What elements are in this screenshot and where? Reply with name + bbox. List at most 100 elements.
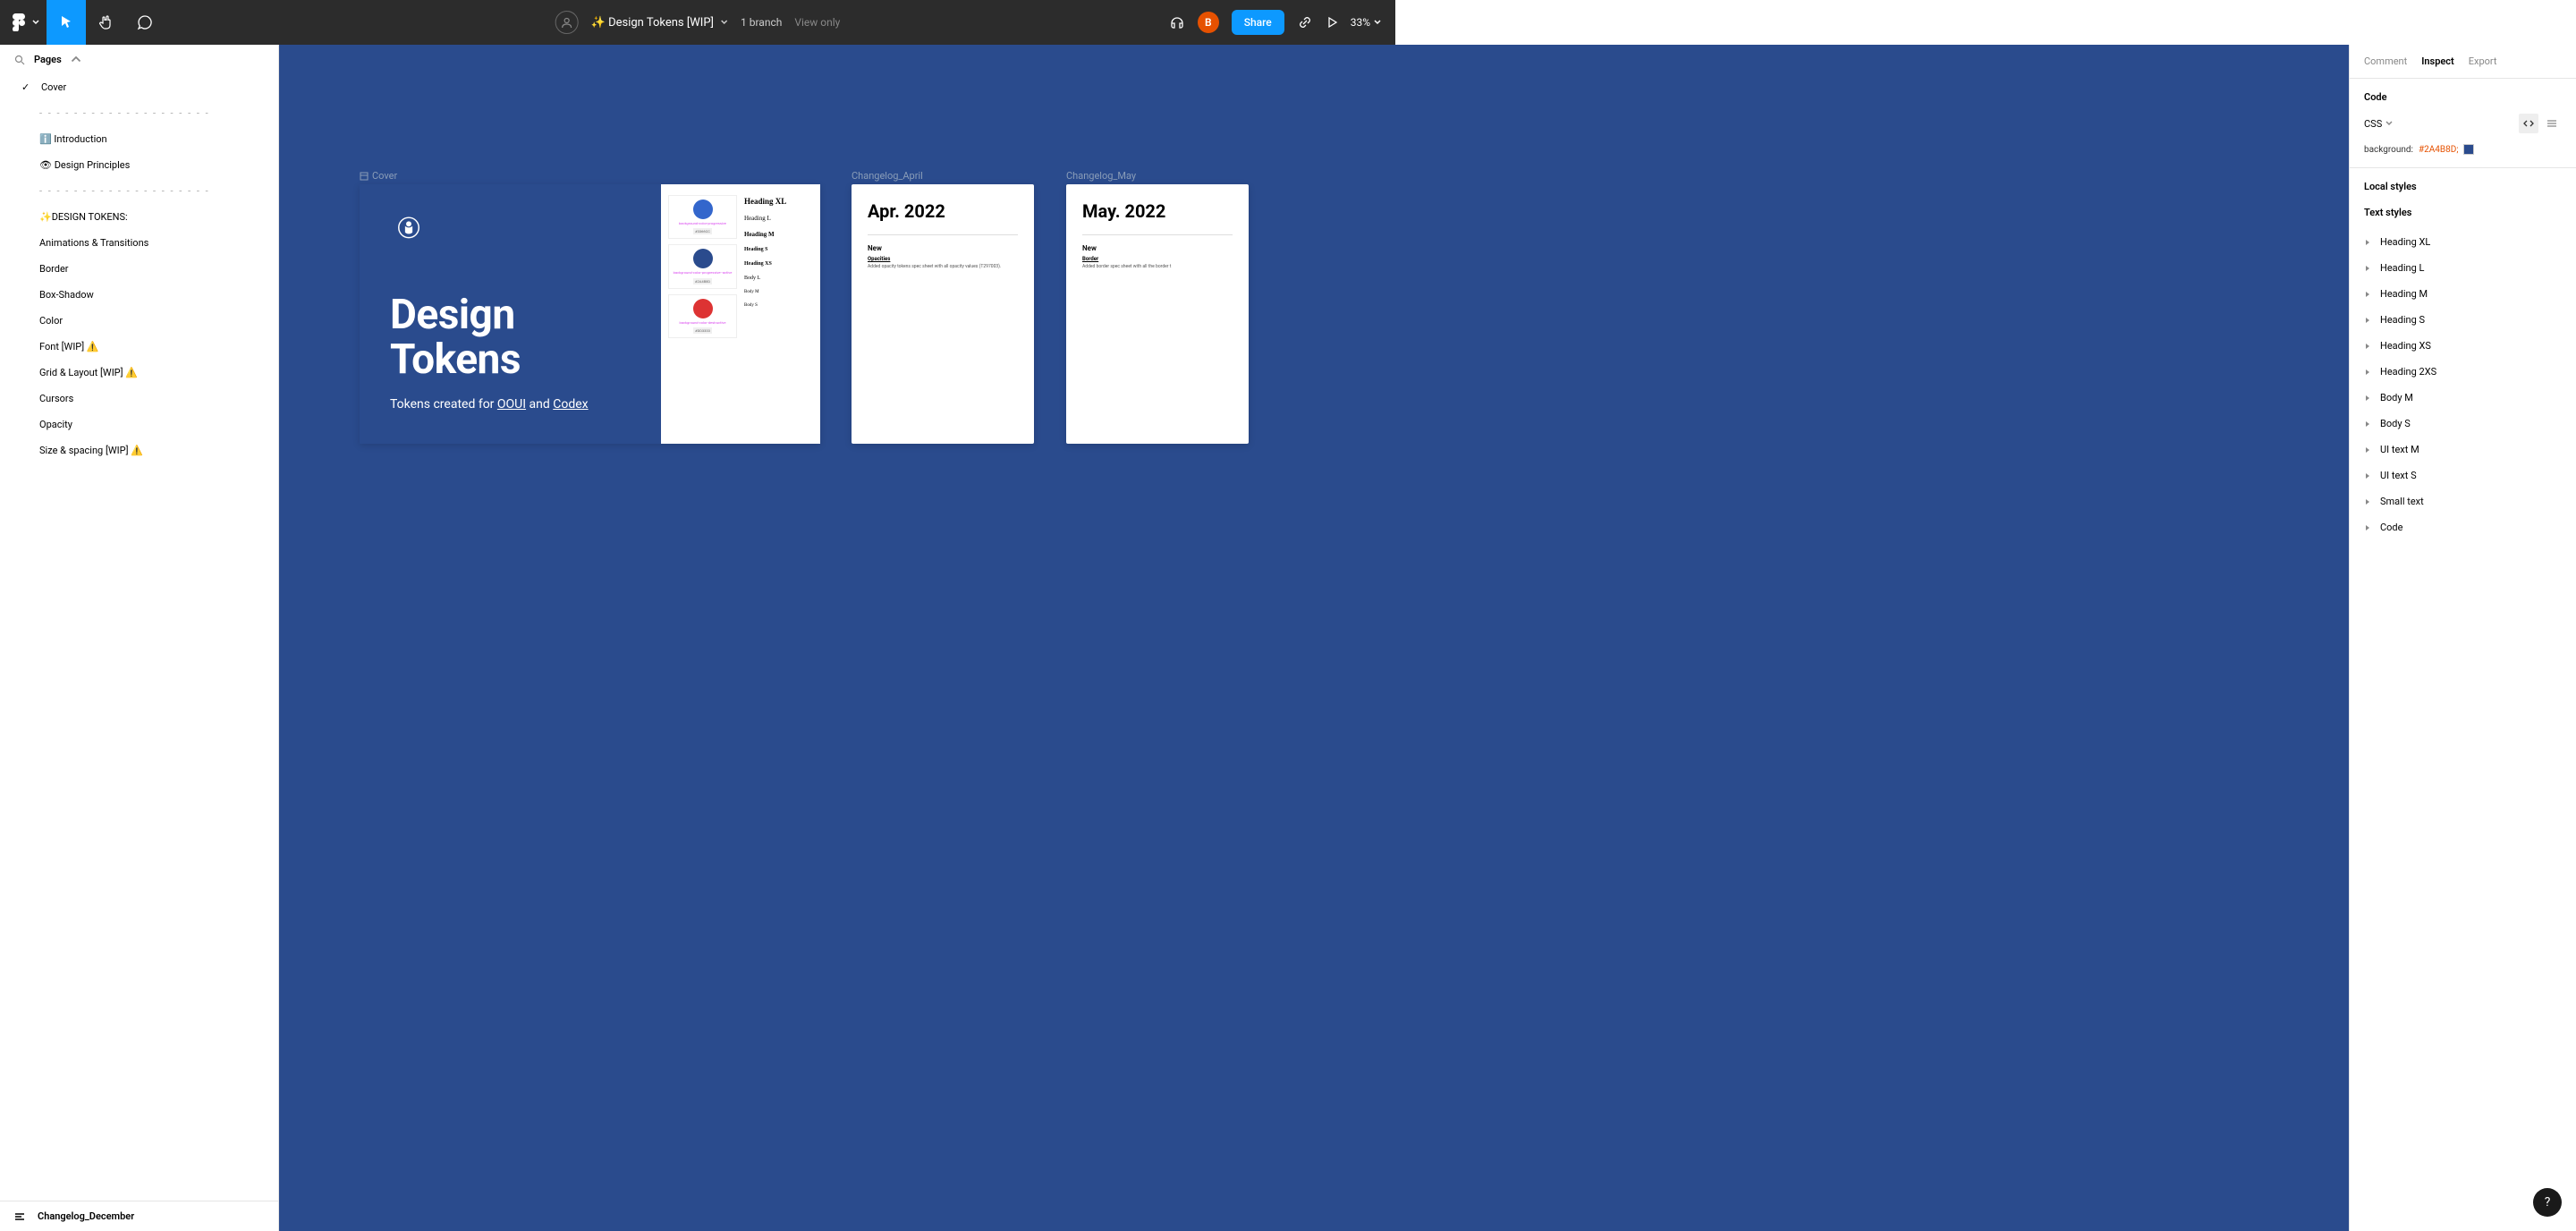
- css-code-line[interactable]: background: #2A4B8D;: [2364, 144, 2562, 155]
- cover-title-line2: Tokens: [390, 337, 631, 383]
- layer-footer[interactable]: Changelog_December: [0, 1201, 278, 1231]
- tab-export[interactable]: Export: [2469, 55, 2497, 67]
- local-styles-section: Local styles Text styles Heading XLHeadi…: [2350, 168, 2576, 1231]
- type-specimen-column: Heading XLHeading LHeading MHeading SHea…: [744, 195, 813, 433]
- chevron-right-icon: [2364, 369, 2371, 376]
- page-item[interactable]: Box-Shadow: [0, 282, 278, 308]
- page-item[interactable]: ✓Cover: [0, 74, 278, 100]
- user-icon: [561, 16, 573, 29]
- page-label: - - - - - - - - - - - - - - - - - - - -: [39, 185, 210, 197]
- tab-inspect[interactable]: Inspect: [2421, 55, 2454, 67]
- chevron-down-icon: [32, 19, 39, 26]
- changelog-section: New: [868, 244, 1018, 252]
- text-style-item[interactable]: Heading 2XS: [2364, 359, 2562, 385]
- style-label: UI text S: [2380, 470, 2417, 481]
- pages-header[interactable]: Pages: [0, 45, 278, 74]
- changelog-sub: Opacities: [868, 256, 1018, 262]
- tab-comment[interactable]: Comment: [2364, 55, 2407, 67]
- cover-frame[interactable]: Design Tokens Tokens created for OOUI an…: [360, 184, 820, 444]
- frame-label-may[interactable]: Changelog_May: [1066, 170, 1136, 182]
- page-item[interactable]: Color: [0, 308, 278, 334]
- hand-tool-button[interactable]: [86, 0, 125, 45]
- text-style-item[interactable]: Small text: [2364, 488, 2562, 514]
- text-style-item[interactable]: Body S: [2364, 411, 2562, 437]
- style-label: Body S: [2380, 418, 2411, 429]
- style-label: Heading M: [2380, 288, 2428, 300]
- page-item[interactable]: Cursors: [0, 386, 278, 412]
- page-item[interactable]: Opacity: [0, 412, 278, 437]
- chevron-right-icon: [2364, 343, 2371, 350]
- move-tool-button[interactable]: [47, 0, 86, 45]
- comment-tool-button[interactable]: [125, 0, 165, 45]
- zoom-control[interactable]: 33%: [1351, 16, 1381, 29]
- type-specimen-item: Heading XS: [744, 259, 813, 268]
- style-label: Heading XS: [2380, 340, 2431, 352]
- frame-icon: [360, 172, 369, 181]
- help-button[interactable]: ?: [2533, 1188, 2562, 1217]
- anonymous-user-avatar[interactable]: [555, 11, 579, 34]
- comment-icon: [137, 14, 153, 30]
- text-style-item[interactable]: Heading S: [2364, 307, 2562, 333]
- changelog-april-frame[interactable]: Apr. 2022 New Opacities Added opacity to…: [852, 184, 1034, 444]
- code-language-dropdown[interactable]: CSS: [2364, 118, 2393, 130]
- play-icon[interactable]: [1326, 16, 1338, 29]
- code-section-title: Code: [2364, 91, 2562, 103]
- page-list: ✓Cover - - - - - - - - - - - - - - - - - …: [0, 74, 278, 1201]
- chevron-down-icon: [721, 19, 728, 26]
- text-style-item[interactable]: UI text S: [2364, 463, 2562, 488]
- branch-info[interactable]: 1 branch: [741, 16, 782, 29]
- page-item[interactable]: Border: [0, 256, 278, 282]
- cursor-icon: [58, 14, 74, 30]
- text-style-item[interactable]: Heading M: [2364, 281, 2562, 307]
- page-item[interactable]: ℹ️ Introduction: [0, 126, 278, 152]
- color-swatch: background-color-progressive--active #2A…: [668, 244, 737, 288]
- text-style-item[interactable]: Heading L: [2364, 255, 2562, 281]
- checkmark-icon: ✓: [21, 81, 32, 93]
- page-item[interactable]: Animations & Transitions: [0, 230, 278, 256]
- cover-title-line1: Design: [390, 293, 631, 338]
- list-icon: [2546, 117, 2558, 130]
- style-label: UI text M: [2380, 444, 2419, 455]
- left-panel: Pages ✓Cover - - - - - - - - - - - - - - …: [0, 45, 279, 1231]
- text-style-item[interactable]: Heading XS: [2364, 333, 2562, 359]
- headphones-icon[interactable]: [1169, 14, 1185, 30]
- changelog-body: Added opacity tokens spec sheet with all…: [868, 264, 1018, 269]
- frame-label-april[interactable]: Changelog_April: [852, 170, 923, 182]
- page-item[interactable]: Grid & Layout [WIP] ⚠️: [0, 360, 278, 386]
- link-icon[interactable]: [1297, 14, 1313, 30]
- page-label: Font [WIP] ⚠️: [39, 341, 99, 352]
- changelog-title: Apr. 2022: [868, 200, 1018, 222]
- page-label: ℹ️ Introduction: [39, 133, 107, 145]
- code-view-toggle-code[interactable]: [2519, 114, 2538, 133]
- color-swatch-icon: [2463, 144, 2474, 155]
- layer-icon: [14, 1211, 25, 1222]
- text-style-item[interactable]: Code: [2364, 514, 2562, 540]
- text-styles-title: Text styles: [2364, 207, 2562, 218]
- page-label: Opacity: [39, 419, 72, 430]
- code-view-toggle-table[interactable]: [2542, 114, 2562, 133]
- page-item[interactable]: ✨DESIGN TOKENS:: [0, 204, 278, 230]
- user-avatar[interactable]: B: [1198, 12, 1219, 33]
- right-panel: Comment Inspect Export Code CSS backgrou…: [2349, 45, 2576, 1231]
- file-title[interactable]: ✨ Design Tokens [WIP]: [591, 16, 728, 30]
- changelog-may-frame[interactable]: May. 2022 New Border Added border spec s…: [1066, 184, 1249, 444]
- text-style-item[interactable]: Body M: [2364, 385, 2562, 411]
- share-button[interactable]: Share: [1232, 10, 1284, 35]
- main-menu-button[interactable]: [0, 0, 47, 45]
- page-label: Grid & Layout [WIP] ⚠️: [39, 367, 138, 378]
- figma-logo-icon: [13, 13, 25, 31]
- frame-label-cover[interactable]: Cover: [360, 170, 397, 182]
- page-label: 👁 Design Principles: [39, 159, 130, 171]
- changelog-section: New: [1082, 244, 1233, 252]
- canvas[interactable]: Cover Design Tokens Tokens created for O…: [279, 45, 2349, 1231]
- chevron-right-icon: [2364, 239, 2371, 246]
- text-style-item[interactable]: UI text M: [2364, 437, 2562, 463]
- type-specimen-item: Heading S: [744, 245, 813, 254]
- page-item[interactable]: Size & spacing [WIP] ⚠️: [0, 437, 278, 463]
- search-icon: [14, 55, 25, 65]
- page-item[interactable]: 👁 Design Principles: [0, 152, 278, 178]
- page-label: ✨DESIGN TOKENS:: [39, 211, 128, 223]
- page-label: Box-Shadow: [39, 289, 94, 301]
- page-item[interactable]: Font [WIP] ⚠️: [0, 334, 278, 360]
- text-style-item[interactable]: Heading XL: [2364, 229, 2562, 255]
